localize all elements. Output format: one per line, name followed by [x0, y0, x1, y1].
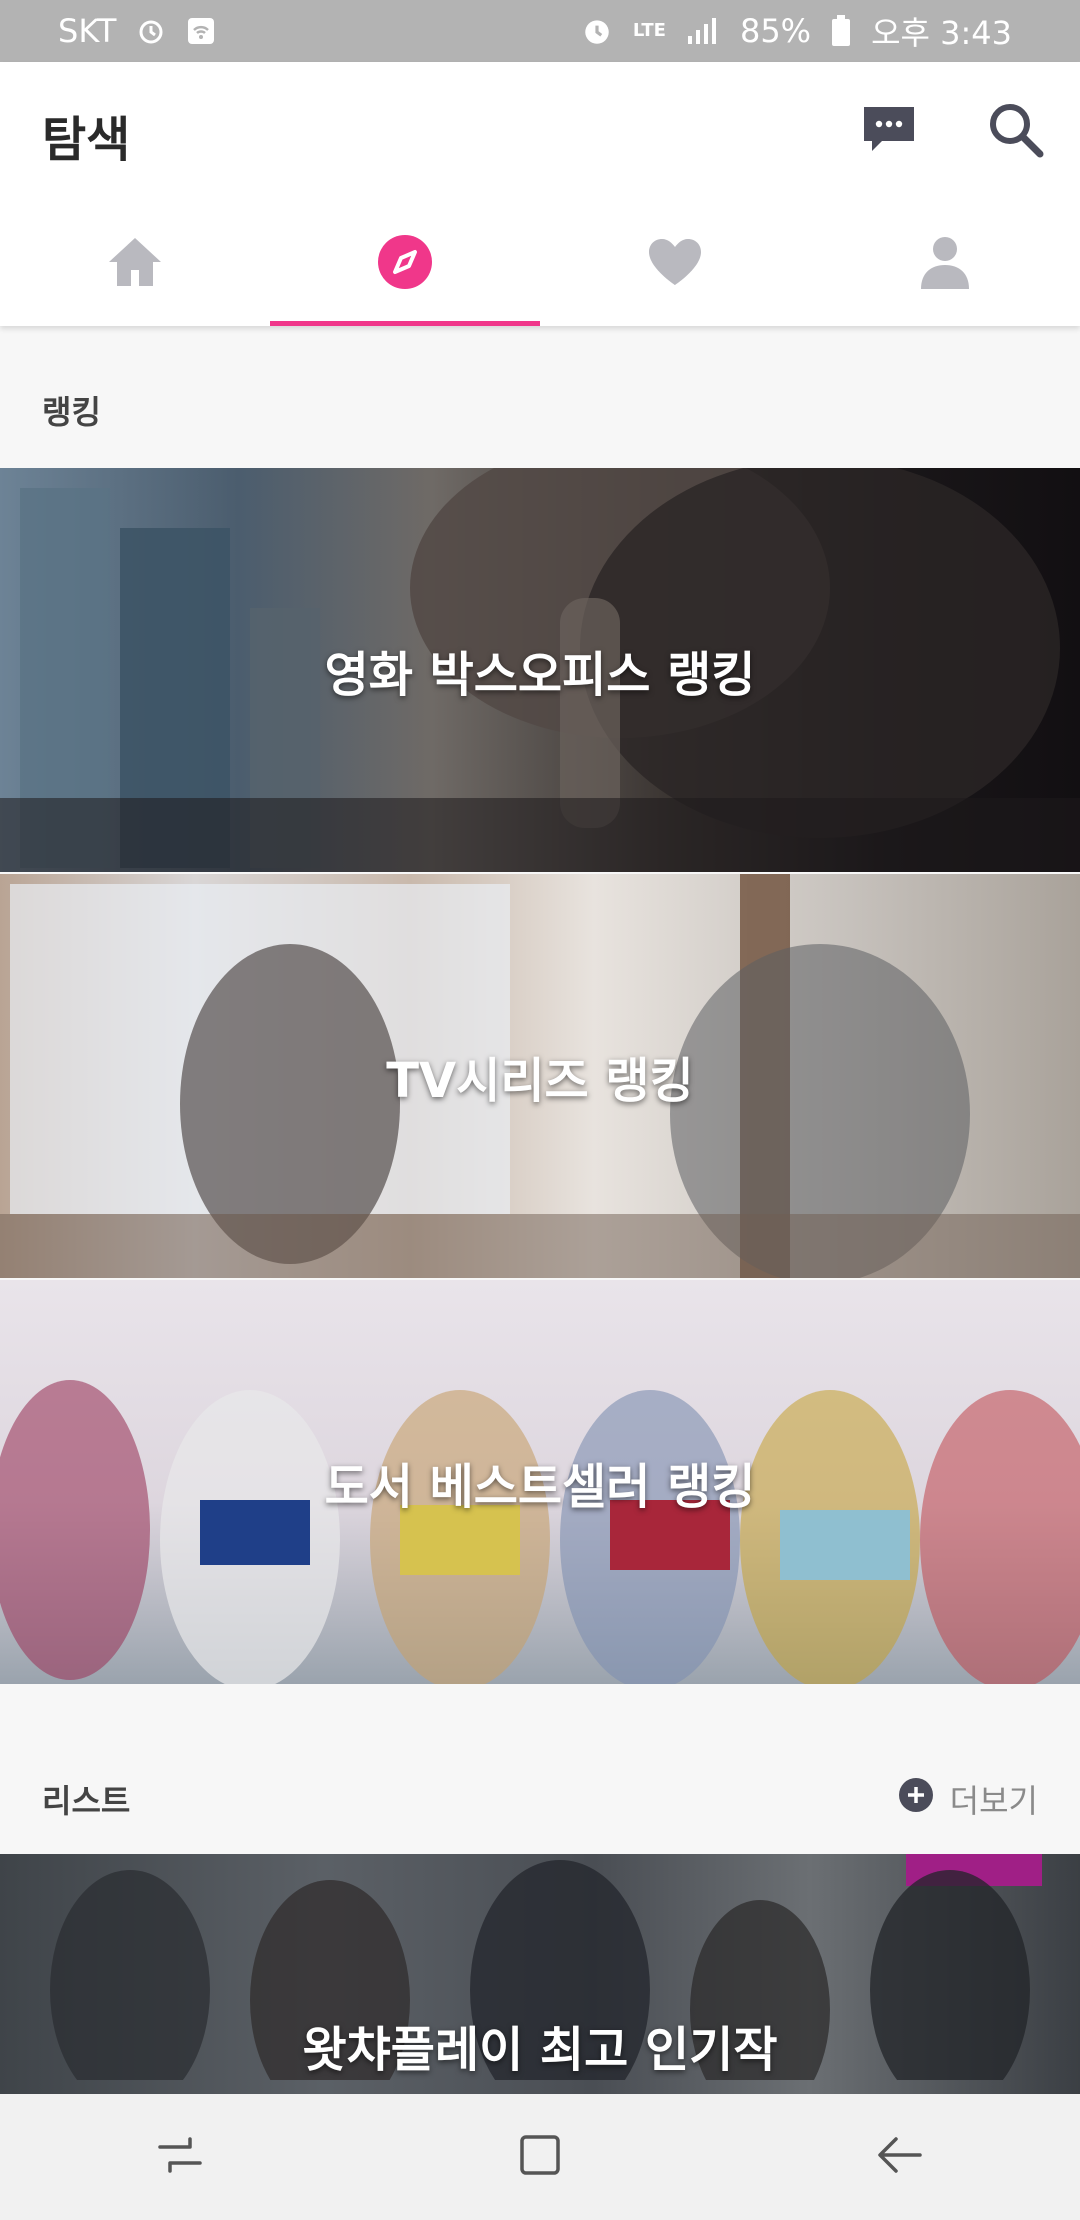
back-icon: [876, 2131, 924, 2183]
home-icon: [107, 236, 163, 292]
chat-button[interactable]: [854, 96, 924, 166]
back-button[interactable]: [845, 2102, 955, 2212]
compass-icon: [377, 234, 433, 294]
more-button[interactable]: 더보기: [898, 1776, 1038, 1822]
ranking-section-title: 랭킹: [42, 393, 101, 431]
alarm-icon: [581, 15, 613, 47]
tab-bar: [0, 202, 1080, 326]
list-section-title: 리스트: [42, 1782, 131, 1820]
tab-profile[interactable]: [810, 202, 1080, 326]
system-nav-bar: [0, 2094, 1080, 2220]
home-button[interactable]: [485, 2102, 595, 2212]
tab-favorites[interactable]: [540, 202, 810, 326]
signal-icon: [686, 16, 720, 46]
movie-boxoffice-ranking-label: 영화 박스오피스 랭킹: [324, 647, 756, 703]
tab-explore[interactable]: [270, 202, 540, 326]
recent-apps-button[interactable]: [125, 2102, 235, 2212]
status-bar-right: LTE 85% 오후 3:43: [581, 8, 1012, 54]
clock: 오후 3:43: [871, 14, 1012, 52]
network-label: LTE: [632, 20, 666, 41]
recent-apps-icon: [156, 2131, 204, 2183]
app-header: 탐색: [0, 62, 1080, 326]
page-title: 탐색: [42, 112, 131, 168]
carrier-label: SKT: [58, 12, 117, 50]
ranking-section-header: 랭킹: [0, 360, 1080, 460]
tv-series-ranking-banner[interactable]: TV시리즈 랭킹: [0, 874, 1080, 1278]
heart-icon: [647, 237, 703, 291]
search-button[interactable]: [980, 96, 1050, 166]
watcha-play-popular-label: 왓챠플레이 최고 인기작: [302, 2022, 778, 2078]
watcha-play-popular-banner[interactable]: 왓챠플레이 최고 인기작: [0, 1854, 1080, 2094]
battery-percent: 85%: [739, 12, 812, 50]
book-bestseller-ranking-label: 도서 베스트셀러 랭킹: [324, 1459, 756, 1515]
movie-boxoffice-ranking-banner[interactable]: 영화 박스오피스 랭킹: [0, 468, 1080, 872]
battery-icon: [831, 15, 851, 47]
alarm-icon: [136, 16, 166, 46]
search-icon: [986, 100, 1044, 162]
wifi-icon: [186, 16, 216, 46]
list-section-header: 리스트 더보기: [0, 1744, 1080, 1854]
tab-home[interactable]: [0, 202, 270, 326]
status-bar: SKT LTE 85% 오후 3:43: [0, 0, 1080, 62]
home-square-icon: [516, 2131, 564, 2183]
chat-icon: [860, 103, 918, 159]
book-bestseller-ranking-banner[interactable]: 도서 베스트셀러 랭킹: [0, 1280, 1080, 1684]
tv-series-ranking-label: TV시리즈 랭킹: [386, 1053, 694, 1109]
more-label: 더보기: [949, 1782, 1038, 1820]
plus-circle-icon: [898, 1777, 934, 1821]
person-icon: [919, 235, 971, 293]
status-bar-left: SKT: [58, 12, 216, 50]
